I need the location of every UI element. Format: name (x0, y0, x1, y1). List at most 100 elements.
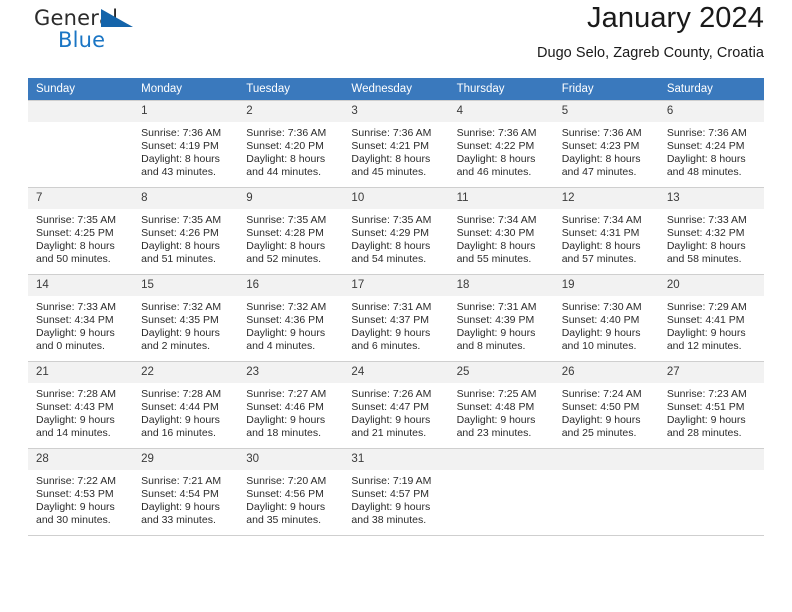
sunset-text: Sunset: 4:35 PM (141, 313, 219, 326)
sunrise-text: Sunrise: 7:25 AM (456, 387, 537, 400)
daylight-text-line1: Daylight: 9 hours (246, 327, 326, 340)
calendar-cell-day-10[interactable]: 10 Sunrise: 7:35 AM Sunset: 4:29 PM Dayligh… (343, 187, 449, 275)
sunrise-text: Sunrise: 7:20 AM (246, 474, 327, 487)
daylight-text-line2: and 38 minutes. (351, 514, 427, 527)
sunset-text: Sunset: 4:47 PM (351, 400, 430, 413)
calendar-cell-day-23[interactable]: 23 Sunrise: 7:27 AM Sunset: 4:46 PM Dayligh… (238, 361, 344, 449)
general-blue-logo[interactable]: General Blue (28, 6, 148, 62)
daylight-text-line2: and 35 minutes. (246, 514, 321, 527)
calendar-cell-day-13[interactable]: 13 Sunrise: 7:33 AM Sunset: 4:32 PM Dayligh… (658, 187, 764, 275)
calendar-week-row: 28 Sunrise: 7:22 AM Sunset: 4:53 PM Dayligh… (28, 448, 764, 536)
calendar-cell-day-26[interactable]: 26 Sunrise: 7:24 AM Sunset: 4:50 PM Dayligh… (553, 361, 659, 449)
weekday-header-sunday: Sunday (28, 78, 134, 101)
calendar-cell-day-22[interactable]: 22 Sunrise: 7:28 AM Sunset: 4:44 PM Dayligh… (133, 361, 239, 449)
sunset-text: Sunset: 4:34 PM (36, 313, 114, 326)
daylight-text-line1: Daylight: 8 hours (36, 240, 115, 253)
weekday-header-saturday: Saturday (658, 78, 764, 101)
page-title: January 2024 (587, 2, 764, 34)
daylight-text-line1: Daylight: 9 hours (246, 501, 326, 514)
calendar-cell-day-30[interactable]: 30 Sunrise: 7:20 AM Sunset: 4:56 PM Dayligh… (238, 448, 344, 536)
calendar-cell-day-2[interactable]: 2 Sunrise: 7:36 AM Sunset: 4:20 PM Daylight… (238, 100, 344, 188)
calendar-cell-day-17[interactable]: 17 Sunrise: 7:31 AM Sunset: 4:37 PM Dayligh… (343, 274, 449, 362)
daylight-text-line1: Daylight: 8 hours (666, 153, 746, 166)
weekday-header-friday: Friday (553, 78, 659, 101)
calendar-cell-day-5[interactable]: 5 Sunrise: 7:36 AM Sunset: 4:23 PM Daylight… (553, 100, 659, 188)
sunset-text: Sunset: 4:37 PM (351, 313, 430, 326)
page-header: General Blue January 2024 Dugo Selo, Zag… (28, 0, 764, 76)
daylight-text-line1: Daylight: 8 hours (666, 240, 746, 253)
page-subtitle: Dugo Selo, Zagreb County, Croatia (536, 45, 764, 62)
daylight-text-line2: and 16 minutes. (141, 427, 216, 440)
day-details: Sunrise: 7:31 AM Sunset: 4:37 PM Daylight:… (343, 296, 448, 354)
calendar-cell-day-20[interactable]: 20 Sunrise: 7:29 AM Sunset: 4:41 PM Dayligh… (658, 274, 764, 362)
calendar-cell-day-24[interactable]: 24 Sunrise: 7:26 AM Sunset: 4:47 PM Dayligh… (343, 361, 449, 449)
day-number (448, 449, 554, 470)
daylight-text-line1: Daylight: 9 hours (561, 327, 641, 340)
day-number: 4 (448, 101, 554, 122)
day-details: Sunrise: 7:23 AM Sunset: 4:51 PM Daylight:… (659, 383, 764, 441)
calendar-cell-day-25[interactable]: 25 Sunrise: 7:25 AM Sunset: 4:48 PM Dayligh… (448, 361, 554, 449)
day-details: Sunrise: 7:19 AM Sunset: 4:57 PM Daylight:… (343, 470, 448, 528)
calendar-cell-day-14[interactable]: 14 Sunrise: 7:33 AM Sunset: 4:34 PM Dayligh… (28, 274, 134, 362)
day-number: 19 (553, 275, 659, 296)
calendar-cell-day-29[interactable]: 29 Sunrise: 7:21 AM Sunset: 4:54 PM Dayligh… (133, 448, 239, 536)
daylight-text-line1: Daylight: 9 hours (36, 327, 115, 340)
daylight-text-line1: Daylight: 8 hours (456, 240, 536, 253)
daylight-text-line2: and 18 minutes. (246, 427, 321, 440)
day-number (553, 449, 659, 470)
sunrise-text: Sunrise: 7:32 AM (246, 300, 327, 313)
sunset-text: Sunset: 4:20 PM (246, 139, 324, 152)
daylight-text-line1: Daylight: 8 hours (141, 153, 220, 166)
daylight-text-line2: and 21 minutes. (351, 427, 427, 440)
daylight-text-line1: Daylight: 9 hours (351, 414, 431, 427)
calendar-cell-day-11[interactable]: 11 Sunrise: 7:34 AM Sunset: 4:30 PM Dayligh… (448, 187, 554, 275)
calendar-cell-day-9[interactable]: 9 Sunrise: 7:35 AM Sunset: 4:28 PM Daylight… (238, 187, 344, 275)
calendar-cell-day-4[interactable]: 4 Sunrise: 7:36 AM Sunset: 4:22 PM Daylight… (448, 100, 554, 188)
day-number: 29 (133, 449, 239, 470)
day-number: 23 (238, 362, 344, 383)
calendar-cell-day-19[interactable]: 19 Sunrise: 7:30 AM Sunset: 4:40 PM Dayligh… (553, 274, 659, 362)
sunrise-text: Sunrise: 7:35 AM (351, 213, 432, 226)
calendar-cell-day-8[interactable]: 8 Sunrise: 7:35 AM Sunset: 4:26 PM Daylight… (133, 187, 239, 275)
day-details: Sunrise: 7:28 AM Sunset: 4:43 PM Daylight:… (28, 383, 133, 441)
daylight-text-line2: and 55 minutes. (456, 253, 532, 266)
day-details: Sunrise: 7:36 AM Sunset: 4:24 PM Daylight:… (659, 122, 764, 180)
day-number: 21 (28, 362, 134, 383)
daylight-text-line2: and 43 minutes. (141, 166, 216, 179)
daylight-text-line2: and 8 minutes. (456, 340, 526, 353)
calendar-cell-day-28[interactable]: 28 Sunrise: 7:22 AM Sunset: 4:53 PM Dayligh… (28, 448, 134, 536)
logo-text-blue: Blue (58, 28, 106, 52)
sunrise-text: Sunrise: 7:30 AM (561, 300, 642, 313)
sunset-text: Sunset: 4:23 PM (561, 139, 640, 152)
sunrise-text: Sunrise: 7:26 AM (351, 387, 432, 400)
calendar-cell-empty (448, 448, 554, 536)
sunrise-text: Sunrise: 7:36 AM (456, 126, 537, 139)
day-number: 26 (553, 362, 659, 383)
calendar-cell-day-15[interactable]: 15 Sunrise: 7:32 AM Sunset: 4:35 PM Dayligh… (133, 274, 239, 362)
day-number: 18 (448, 275, 554, 296)
sunset-text: Sunset: 4:30 PM (456, 226, 535, 239)
calendar-cell-day-12[interactable]: 12 Sunrise: 7:34 AM Sunset: 4:31 PM Dayligh… (553, 187, 659, 275)
calendar-cell-day-31[interactable]: 31 Sunrise: 7:19 AM Sunset: 4:57 PM Dayligh… (343, 448, 449, 536)
calendar-cell-day-6[interactable]: 6 Sunrise: 7:36 AM Sunset: 4:24 PM Daylight… (658, 100, 764, 188)
daylight-text-line2: and 6 minutes. (351, 340, 421, 353)
daylight-text-line2: and 30 minutes. (36, 514, 111, 527)
day-details: Sunrise: 7:24 AM Sunset: 4:50 PM Daylight:… (554, 383, 659, 441)
daylight-text-line2: and 58 minutes. (666, 253, 742, 266)
day-number: 15 (133, 275, 239, 296)
calendar-cell-day-1[interactable]: 1 Sunrise: 7:36 AM Sunset: 4:19 PM Daylight… (133, 100, 239, 188)
calendar-week-row: 14 Sunrise: 7:33 AM Sunset: 4:34 PM Dayligh… (28, 274, 764, 362)
calendar-cell-day-21[interactable]: 21 Sunrise: 7:28 AM Sunset: 4:43 PM Dayligh… (28, 361, 134, 449)
sunrise-text: Sunrise: 7:28 AM (141, 387, 222, 400)
day-details: Sunrise: 7:32 AM Sunset: 4:35 PM Daylight:… (133, 296, 238, 354)
sunrise-text: Sunrise: 7:36 AM (246, 126, 327, 139)
sunrise-text: Sunrise: 7:36 AM (561, 126, 642, 139)
daylight-text-line1: Daylight: 8 hours (246, 153, 326, 166)
sunset-text: Sunset: 4:41 PM (666, 313, 745, 326)
calendar-cell-day-3[interactable]: 3 Sunrise: 7:36 AM Sunset: 4:21 PM Daylight… (343, 100, 449, 188)
calendar-cell-day-27[interactable]: 27 Sunrise: 7:23 AM Sunset: 4:51 PM Dayligh… (658, 361, 764, 449)
calendar-header-row: Sunday Monday Tuesday Wednesday Thursday Frid… (28, 78, 764, 101)
calendar-cell-day-7[interactable]: 7 Sunrise: 7:35 AM Sunset: 4:25 PM Daylight… (28, 187, 134, 275)
calendar-cell-day-18[interactable]: 18 Sunrise: 7:31 AM Sunset: 4:39 PM Dayligh… (448, 274, 554, 362)
calendar-cell-day-16[interactable]: 16 Sunrise: 7:32 AM Sunset: 4:36 PM Dayligh… (238, 274, 344, 362)
